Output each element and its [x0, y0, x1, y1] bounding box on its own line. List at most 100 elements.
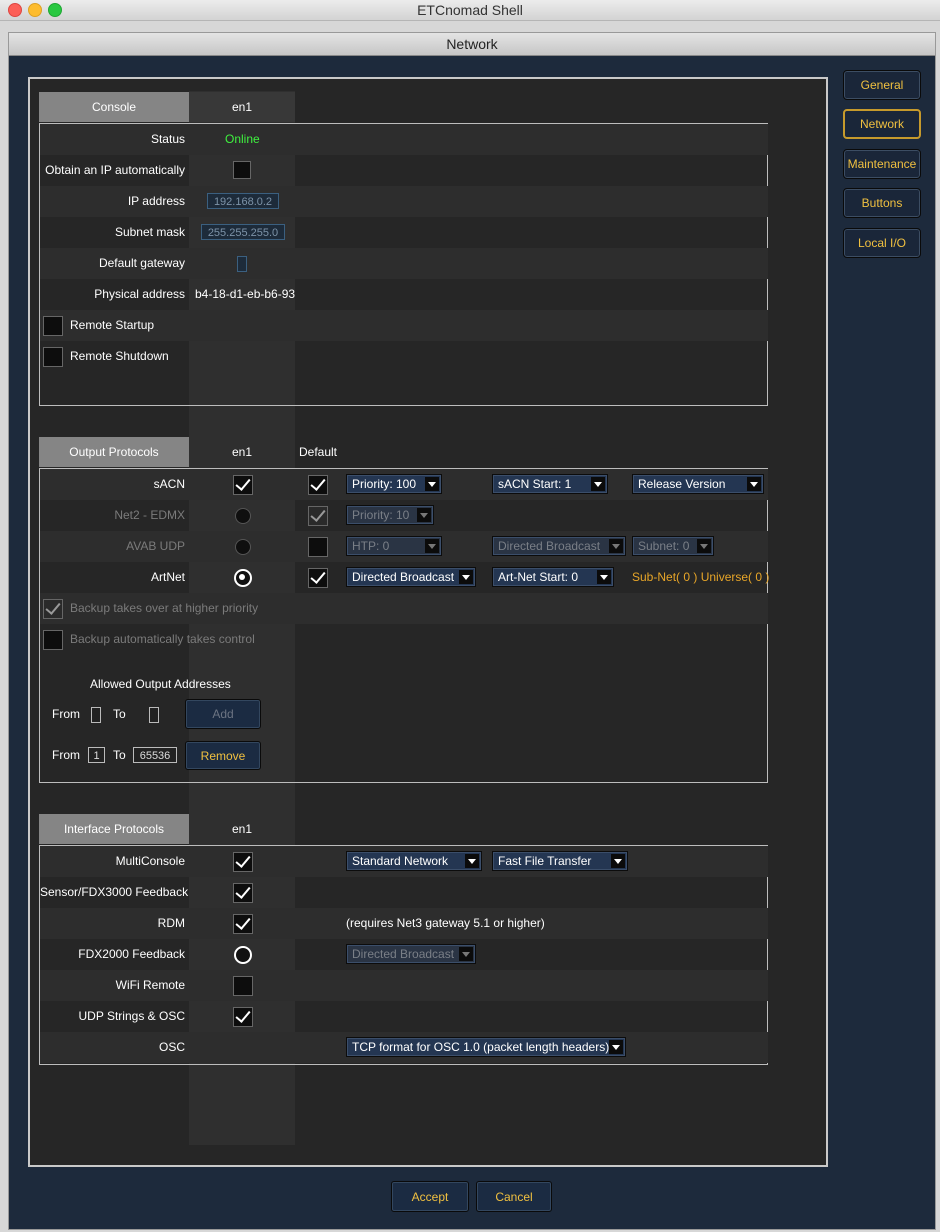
fdx2000-mode-value: Directed Broadcast: [352, 947, 455, 961]
obtain-ip-row: Obtain an IP automatically: [40, 155, 768, 186]
avab-en1-radio[interactable]: [235, 539, 251, 555]
subnet-input[interactable]: 255.255.255.0: [201, 224, 285, 240]
output-iface-header: en1: [231, 445, 253, 459]
artnet-start-dropdown[interactable]: Art-Net Start: 0: [492, 567, 614, 587]
console-section: Status Online Obtain an IP automatically…: [39, 123, 768, 406]
to-input-1[interactable]: [149, 707, 159, 723]
console-iface-header: en1: [189, 92, 295, 122]
status-row: Status Online: [40, 124, 768, 155]
backup-control-checkbox[interactable]: [43, 630, 63, 650]
avab-htp-value: HTP: 0: [352, 539, 390, 553]
avab-subnet-dropdown[interactable]: Subnet: 0: [632, 536, 714, 556]
chevron-down-icon: [425, 539, 439, 553]
avab-mode-dropdown[interactable]: Directed Broadcast: [492, 536, 626, 556]
avab-default-checkbox[interactable]: [308, 537, 328, 557]
output-header: Output Protocols: [39, 437, 189, 467]
avab-htp-dropdown[interactable]: HTP: 0: [346, 536, 442, 556]
to-label-1: To: [113, 707, 126, 721]
status-label: Status: [150, 132, 185, 146]
artnet-start-value: Art-Net Start: 0: [498, 570, 579, 584]
sidebar-general-button[interactable]: General: [843, 70, 921, 100]
console-header: Console: [39, 92, 189, 122]
artnet-label: ArtNet: [150, 570, 185, 584]
chevron-down-icon: [611, 854, 625, 868]
sacn-version-dropdown[interactable]: Release Version: [632, 474, 764, 494]
net2-priority-value: Priority: 10: [352, 508, 410, 522]
sidebar-network-button[interactable]: Network: [843, 109, 921, 139]
backup-priority-checkbox[interactable]: [43, 599, 63, 619]
accept-button[interactable]: Accept: [391, 1181, 469, 1212]
rdm-label: RDM: [157, 916, 185, 930]
obtain-ip-label: Obtain an IP automatically: [45, 163, 185, 177]
sensor-row: Sensor/FDX3000 Feedback: [40, 877, 768, 908]
avab-label: AVAB UDP: [126, 539, 185, 553]
chevron-down-icon: [609, 539, 623, 553]
sensor-checkbox[interactable]: [233, 883, 253, 903]
output-default-header: Default: [298, 445, 338, 459]
cancel-button[interactable]: Cancel: [476, 1181, 552, 1212]
wifi-label: WiFi Remote: [115, 978, 185, 992]
artnet-en1-radio[interactable]: [234, 569, 252, 587]
wifi-checkbox[interactable]: [233, 976, 253, 996]
fdx2000-row: FDX2000 Feedback Directed Broadcast: [40, 939, 768, 970]
subnet-row: Subnet mask 255.255.255.0: [40, 217, 768, 248]
add-button[interactable]: Add: [185, 699, 261, 729]
remote-shutdown-row: Remote Shutdown: [40, 341, 768, 372]
ip-address-input[interactable]: 192.168.0.2: [207, 193, 279, 209]
gateway-label: Default gateway: [98, 256, 185, 270]
multiconsole-label: MultiConsole: [115, 854, 185, 868]
remote-startup-checkbox[interactable]: [43, 316, 63, 336]
remove-button[interactable]: Remove: [185, 741, 261, 770]
backup-control-row: Backup automatically takes control: [40, 624, 768, 655]
osc-format-dropdown[interactable]: TCP format for OSC 1.0 (packet length he…: [346, 1037, 626, 1057]
multiconsole-network-dropdown[interactable]: Standard Network: [346, 851, 482, 871]
net2-priority-dropdown[interactable]: Priority: 10: [346, 505, 434, 525]
osc-label: OSC: [158, 1040, 185, 1054]
from-input-1[interactable]: [91, 707, 101, 723]
settings-panel: Console en1 Status Online Obtain an IP a…: [28, 77, 828, 1167]
rdm-row: RDM (requires Net3 gateway 5.1 or higher…: [40, 908, 768, 939]
avab-mode-value: Directed Broadcast: [498, 539, 601, 553]
udp-checkbox[interactable]: [233, 1007, 253, 1027]
interface-section: MultiConsole Standard Network Fast File …: [39, 845, 768, 1065]
allowed-output-title: Allowed Output Addresses: [90, 677, 231, 691]
net2-default-checkbox[interactable]: [308, 506, 328, 526]
multiconsole-checkbox[interactable]: [233, 852, 253, 872]
network-dialog: Network General Network Maintenance Butt…: [8, 32, 936, 1230]
net2-en1-radio[interactable]: [235, 508, 251, 524]
status-value: Online: [225, 132, 260, 146]
sacn-start-dropdown[interactable]: sACN Start: 1: [492, 474, 608, 494]
multiconsole-transfer-value: Fast File Transfer: [498, 854, 592, 868]
fdx2000-mode-dropdown[interactable]: Directed Broadcast: [346, 944, 476, 964]
to-label-2: To: [113, 748, 126, 762]
chevron-down-icon: [747, 477, 761, 491]
artnet-mode-dropdown[interactable]: Directed Broadcast: [346, 567, 476, 587]
physical-address-row: Physical address b4-18-d1-eb-b6-93: [40, 279, 768, 310]
sacn-default-checkbox[interactable]: [308, 475, 328, 495]
remote-shutdown-label: Remote Shutdown: [70, 349, 169, 363]
rdm-checkbox[interactable]: [233, 914, 253, 934]
dialog-title: Network: [9, 33, 935, 56]
gateway-input[interactable]: [237, 256, 247, 272]
from-input-2[interactable]: 1: [88, 747, 105, 763]
remote-startup-label: Remote Startup: [70, 318, 155, 332]
to-input-2[interactable]: 65536: [133, 747, 177, 763]
physical-address-value: b4-18-d1-eb-b6-93: [195, 287, 296, 301]
sidebar-buttons-button[interactable]: Buttons: [843, 188, 921, 218]
multiconsole-transfer-dropdown[interactable]: Fast File Transfer: [492, 851, 628, 871]
app-title: ETCnomad Shell: [417, 2, 523, 18]
fdx2000-radio[interactable]: [234, 946, 252, 964]
gateway-row: Default gateway: [40, 248, 768, 279]
obtain-ip-checkbox[interactable]: [233, 161, 251, 179]
remote-shutdown-checkbox[interactable]: [43, 347, 63, 367]
sidebar-local-io-button[interactable]: Local I/O: [843, 228, 921, 258]
artnet-subnet-universe: Sub-Net( 0 ) Universe( 0 ): [632, 570, 770, 584]
sacn-priority-dropdown[interactable]: Priority: 100: [346, 474, 442, 494]
subnet-label: Subnet mask: [114, 225, 185, 239]
multiconsole-network-value: Standard Network: [352, 854, 449, 868]
sacn-version-value: Release Version: [638, 477, 726, 491]
chevron-down-icon: [459, 947, 473, 961]
sacn-en1-checkbox[interactable]: [233, 475, 253, 495]
artnet-default-checkbox[interactable]: [308, 568, 328, 588]
sidebar-maintenance-button[interactable]: Maintenance: [843, 149, 921, 179]
